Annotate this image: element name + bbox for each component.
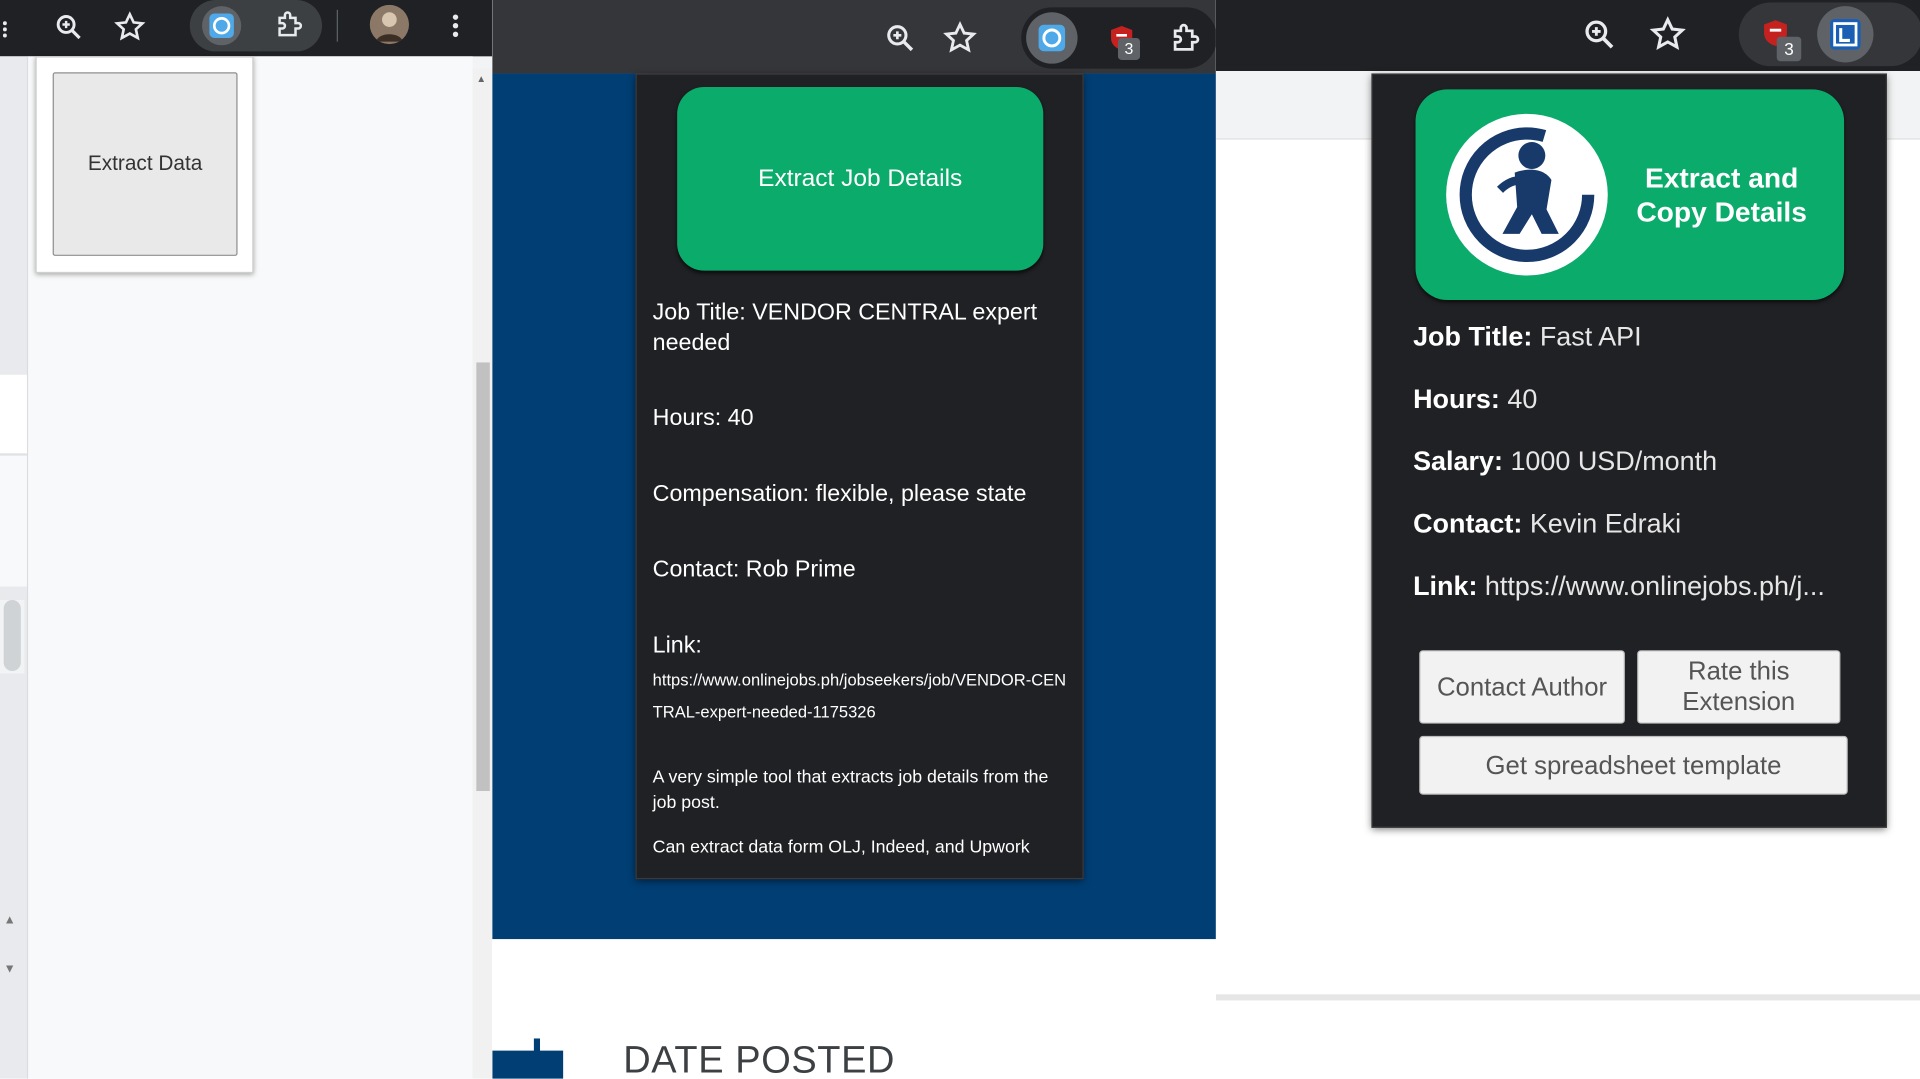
job-title-text: Job Title: VENDOR CENTRAL expert needed — [652, 300, 1038, 357]
hours-row: Hours: 40 — [1413, 382, 1873, 416]
zoom-icon[interactable] — [1580, 15, 1619, 54]
job-title-row: Job Title: Fast API — [1413, 320, 1873, 354]
spreadsheet-template-button[interactable]: Get spreadsheet template — [1419, 735, 1848, 795]
hours-value: 40 — [1507, 383, 1538, 414]
link-row: Link: https://www.onlinejobs.ph/j... — [1413, 569, 1873, 603]
zoom-icon[interactable] — [882, 20, 919, 57]
contact-author-button[interactable]: Contact Author — [1419, 650, 1625, 724]
job-title-label: Job Title: — [1413, 320, 1533, 352]
salary-value: 1000 USD/month — [1510, 445, 1718, 477]
browser-window-middle: 3 DATE POSTED Extract Job Details Job Ti… — [492, 0, 1216, 1079]
link-label: Link: — [1413, 570, 1478, 602]
scroll-up-icon[interactable]: ▲ — [4, 913, 16, 926]
zoom-icon[interactable] — [51, 10, 85, 44]
hours-text: Hours: 40 — [652, 405, 754, 432]
browser-window-left: ▲ ▼ ▲ Extract Data — [0, 0, 493, 1079]
scroll-up-icon[interactable]: ▲ — [476, 73, 486, 84]
extension-badge: 3 — [1776, 36, 1802, 62]
logo-icon — [1446, 113, 1608, 276]
calendar-icon — [492, 1038, 564, 1079]
compensation-text: Compensation: flexible, please state — [652, 481, 1027, 507]
puzzle-extensions-icon[interactable] — [1167, 18, 1206, 57]
job-link[interactable]: https://www.onlinejobs.ph/j... — [1485, 571, 1825, 602]
extract-job-details-button[interactable]: Extract Job Details — [677, 86, 1044, 271]
side-strip: ▲ ▼ — [0, 56, 29, 1079]
extension-popup: Extract Job Details Job Title: VENDOR CE… — [635, 73, 1084, 880]
side-scroll-track — [0, 600, 25, 674]
extension-popup: Extract Data — [35, 56, 254, 274]
puzzle-extensions-icon[interactable] — [272, 6, 309, 43]
date-posted-heading: DATE POSTED — [623, 1038, 896, 1079]
scrollbar-thumb[interactable] — [476, 362, 490, 792]
toolbar-separator — [336, 9, 338, 42]
contact-row: Contact: Kevin Edraki — [1413, 507, 1873, 541]
job-link[interactable]: https://www.onlinejobs.ph/jobseekers/job… — [653, 665, 1071, 729]
bookmark-star-icon[interactable] — [1647, 13, 1689, 55]
browser-toolbar — [0, 0, 493, 57]
extract-data-button[interactable]: Extract Data — [52, 72, 238, 256]
page-divider — [1215, 994, 1920, 1001]
vertical-scrollbar[interactable]: ▲ — [472, 68, 493, 1079]
scroll-down-icon[interactable]: ▼ — [4, 962, 16, 975]
contact-value: Kevin Edraki — [1529, 508, 1682, 539]
kebab-menu-icon[interactable] — [443, 10, 467, 42]
job-title-value: Fast API — [1539, 320, 1642, 352]
supported-sites-text: Can extract data form OLJ, Indeed, and U… — [652, 837, 1030, 858]
extension-blue-icon[interactable] — [202, 6, 242, 46]
bookmark-star-icon[interactable] — [111, 9, 148, 46]
link-label: Link: — [652, 633, 702, 659]
browser-toolbar: 3 — [492, 0, 1216, 74]
extract-and-copy-label: Extract and Copy Details — [1636, 161, 1807, 228]
contact-text: Contact: Rob Prime — [652, 557, 856, 583]
bookmark-star-icon[interactable] — [940, 18, 979, 57]
contact-label: Contact: — [1413, 508, 1523, 539]
extension-blue-icon[interactable] — [1026, 12, 1078, 64]
side-tab — [0, 374, 27, 454]
profile-avatar[interactable] — [369, 4, 409, 45]
browser-toolbar: 3 — [1215, 0, 1920, 72]
extension-popup: Extract and Copy Details Job Title: Fast… — [1371, 73, 1887, 828]
description-text: A very simple tool that extracts job det… — [652, 767, 1049, 814]
salary-label: Salary: — [1413, 445, 1503, 477]
kebab-partial-icon — [0, 17, 10, 41]
side-tab — [0, 454, 27, 587]
extension-badge: 3 — [1117, 37, 1141, 61]
hours-label: Hours: — [1413, 383, 1500, 414]
salary-row: Salary: 1000 USD/month — [1413, 444, 1873, 478]
side-scrollbar-thumb[interactable] — [3, 600, 21, 672]
browser-window-right: 3 Extract and Copy Details Job Title: Fa… — [1215, 0, 1920, 1079]
rate-extension-button[interactable]: Rate this Extension — [1637, 650, 1841, 724]
extension-blue-icon[interactable] — [1817, 6, 1874, 63]
extract-and-copy-button[interactable]: Extract and Copy Details — [1415, 89, 1845, 301]
